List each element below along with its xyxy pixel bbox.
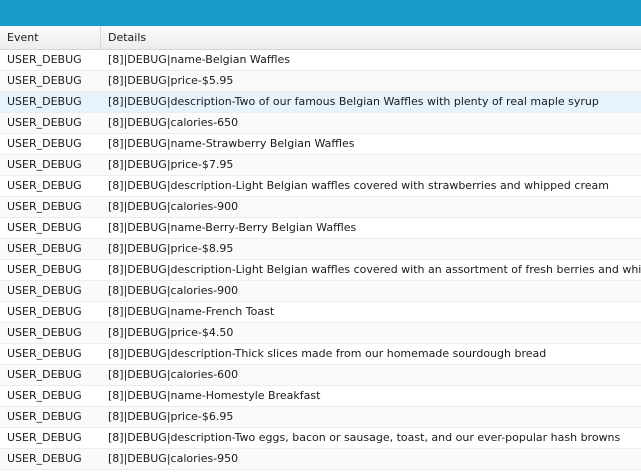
table-row[interactable]: USER_DEBUG [8]|DEBUG|description-Thick sl… [0, 344, 641, 365]
details-cell: [8]|DEBUG|description-Light Belgian waff… [108, 179, 609, 192]
table-row[interactable]: USER_DEBUG [8]|DEBUG|name-Berry-Berry Bel… [0, 218, 641, 239]
event-cell: USER_DEBUG [7, 242, 82, 255]
event-cell: USER_DEBUG [7, 158, 82, 171]
table-header: Event Details [0, 26, 641, 50]
event-cell: USER_DEBUG [7, 368, 82, 381]
details-cell: [8]|DEBUG|price-$5.95 [108, 74, 234, 87]
details-cell: [8]|DEBUG|name-French Toast [108, 305, 275, 318]
table-row[interactable]: USER_DEBUG [8]|DEBUG|description-Two eggs… [0, 428, 641, 449]
details-cell: [8]|DEBUG|price-$4.50 [108, 326, 234, 339]
details-cell: [8]|DEBUG|calories-600 [108, 368, 239, 381]
details-cell: [8]|DEBUG|description-Two eggs, bacon or… [108, 431, 621, 444]
table-row[interactable]: USER_DEBUG [8]|DEBUG|price-$8.95 [0, 239, 641, 260]
table-row[interactable]: USER_DEBUG [8]|DEBUG|calories-900 [0, 281, 641, 302]
event-cell: USER_DEBUG [7, 305, 82, 318]
event-cell: USER_DEBUG [7, 179, 82, 192]
details-cell: [8]|DEBUG|description-Two of our famous … [108, 95, 599, 108]
event-cell: USER_DEBUG [7, 284, 82, 297]
table-row[interactable]: USER_DEBUG [8]|DEBUG|name-Strawberry Belg… [0, 134, 641, 155]
column-header-details[interactable]: Details [101, 26, 641, 49]
event-cell: USER_DEBUG [7, 389, 82, 402]
table-row[interactable]: USER_DEBUG [8]|DEBUG|price-$6.95 [0, 407, 641, 428]
column-header-event[interactable]: Event [0, 26, 101, 49]
event-cell: USER_DEBUG [7, 326, 82, 339]
event-cell: USER_DEBUG [7, 221, 82, 234]
details-cell: [8]|DEBUG|calories-900 [108, 200, 239, 213]
event-cell: USER_DEBUG [7, 116, 82, 129]
details-cell: [8]|DEBUG|price-$7.95 [108, 158, 234, 171]
details-cell: [8]|DEBUG|name-Homestyle Breakfast [108, 389, 321, 402]
table-row[interactable]: USER_DEBUG [8]|DEBUG|calories-950 [0, 449, 641, 470]
table-row[interactable]: USER_DEBUG [8]|DEBUG|description-Light Be… [0, 176, 641, 197]
details-cell: [8]|DEBUG|calories-900 [108, 284, 239, 297]
table-body: USER_DEBUG [8]|DEBUG|name-Belgian Waffles… [0, 50, 641, 470]
event-cell: USER_DEBUG [7, 74, 82, 87]
event-cell: USER_DEBUG [7, 137, 82, 150]
event-cell: USER_DEBUG [7, 95, 82, 108]
table-row[interactable]: USER_DEBUG [8]|DEBUG|description-Light Be… [0, 260, 641, 281]
event-cell: USER_DEBUG [7, 452, 82, 465]
table-row[interactable]: USER_DEBUG [8]|DEBUG|price-$7.95 [0, 155, 641, 176]
details-cell: [8]|DEBUG|name-Berry-Berry Belgian Waffl… [108, 221, 357, 234]
event-cell: USER_DEBUG [7, 263, 82, 276]
table-row[interactable]: USER_DEBUG [8]|DEBUG|name-French Toast [0, 302, 641, 323]
details-cell: [8]|DEBUG|description-Thick slices made … [108, 347, 547, 360]
details-cell: [8]|DEBUG|calories-650 [108, 116, 239, 129]
event-cell: USER_DEBUG [7, 410, 82, 423]
details-cell: [8]|DEBUG|name-Strawberry Belgian Waffle… [108, 137, 355, 150]
event-cell: USER_DEBUG [7, 431, 82, 444]
table-row[interactable]: USER_DEBUG [8]|DEBUG|name-Belgian Waffles [0, 50, 641, 71]
details-cell: [8]|DEBUG|calories-950 [108, 452, 239, 465]
table-row[interactable]: USER_DEBUG [8]|DEBUG|price-$4.50 [0, 323, 641, 344]
table-row[interactable]: USER_DEBUG [8]|DEBUG|calories-900 [0, 197, 641, 218]
event-cell: USER_DEBUG [7, 53, 82, 66]
table-row[interactable]: USER_DEBUG [8]|DEBUG|name-Homestyle Break… [0, 386, 641, 407]
table-row[interactable]: USER_DEBUG [8]|DEBUG|calories-650 [0, 113, 641, 134]
details-cell: [8]|DEBUG|description-Light Belgian waff… [108, 263, 641, 276]
details-cell: [8]|DEBUG|name-Belgian Waffles [108, 53, 290, 66]
debug-log-table: Event Details USER_DEBUG [8]|DEBUG|name-B… [0, 26, 641, 470]
table-row[interactable]: USER_DEBUG [8]|DEBUG|price-$5.95 [0, 71, 641, 92]
table-row[interactable]: USER_DEBUG [8]|DEBUG|calories-600 [0, 365, 641, 386]
event-cell: USER_DEBUG [7, 347, 82, 360]
details-cell: [8]|DEBUG|price-$8.95 [108, 242, 234, 255]
details-cell: [8]|DEBUG|price-$6.95 [108, 410, 234, 423]
event-cell: USER_DEBUG [7, 200, 82, 213]
window-title-bar [0, 0, 641, 26]
table-row[interactable]: USER_DEBUG [8]|DEBUG|description-Two of o… [0, 92, 641, 113]
